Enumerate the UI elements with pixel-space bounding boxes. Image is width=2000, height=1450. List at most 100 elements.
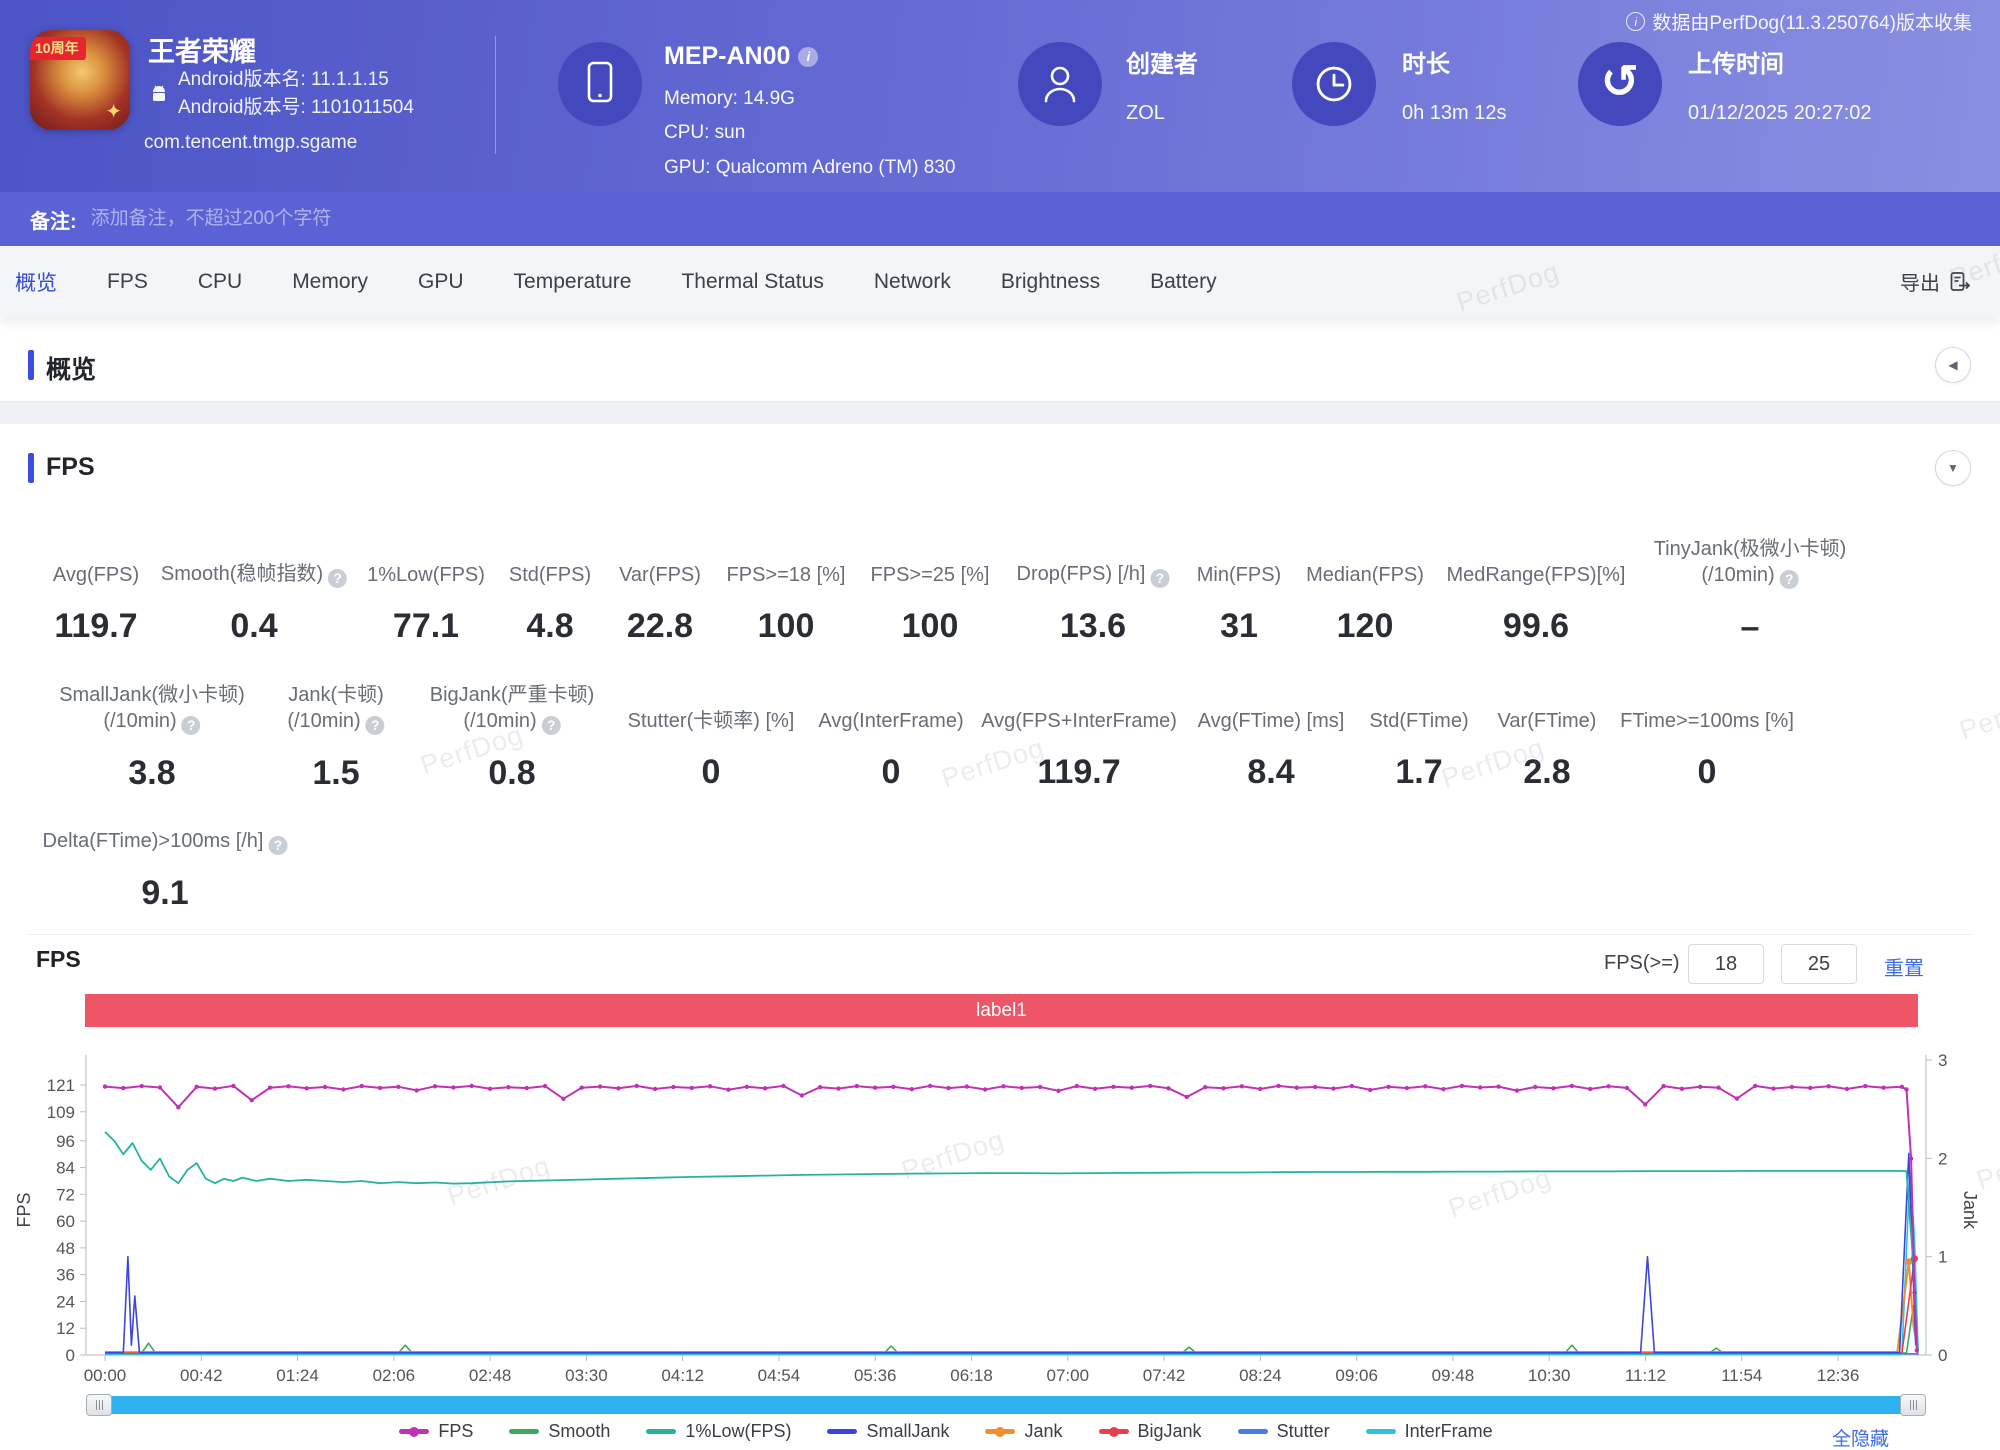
svg-text:84: 84: [56, 1159, 75, 1178]
stat-label: FPS>=18 [%]: [727, 536, 846, 588]
stat-label: Avg(InterFrame): [818, 682, 963, 734]
game-title: 王者荣耀: [148, 30, 256, 69]
creator-value: ZOL: [1126, 102, 1165, 125]
collector-note: i 数据由PerfDog(11.3.250764)版本收集: [1626, 8, 1972, 35]
nav-tab-0[interactable]: 概览: [15, 267, 57, 297]
watermark: PerfDog: [1956, 684, 2000, 746]
svg-text:07:00: 07:00: [1047, 1366, 1090, 1385]
svg-text:11:54: 11:54: [1721, 1366, 1762, 1385]
help-icon[interactable]: ?: [1150, 569, 1169, 588]
export-button[interactable]: 导出: [1900, 246, 1972, 317]
svg-text:04:12: 04:12: [661, 1366, 704, 1385]
stat-label: Drop(FPS) [/h]?: [1017, 536, 1170, 588]
report-header: 10周年 ✦ 王者荣耀 Android版本名: 11.1.1.15 Androi…: [0, 0, 2000, 192]
fps-threshold-input-1[interactable]: [1688, 944, 1764, 984]
stat-label: Median(FPS): [1306, 536, 1424, 588]
nav-tabs: 概览 FPS CPU Memory GPU Temperature Thermal Stat…: [0, 267, 1217, 297]
legend-item-Stutter[interactable]: Stutter: [1238, 1421, 1330, 1442]
help-icon[interactable]: ?: [1780, 570, 1799, 589]
stat-value: 99.6: [1447, 607, 1626, 646]
section-band: [0, 402, 2000, 424]
stat-value: 9.1: [43, 874, 288, 913]
time-range-slider[interactable]: [86, 1394, 1926, 1416]
hide-all-button[interactable]: 全隐藏: [1832, 1424, 1889, 1450]
stat-value: 0: [1620, 753, 1794, 792]
svg-text:06:18: 06:18: [950, 1366, 993, 1385]
nav-tab-2[interactable]: CPU: [198, 270, 242, 294]
stat-value: 1.5: [287, 754, 384, 793]
stat-label: FPS>=25 [%]: [871, 536, 990, 588]
legend-item-Jank[interactable]: Jank: [985, 1421, 1062, 1442]
nav-tab-3[interactable]: Memory: [292, 270, 368, 294]
help-icon[interactable]: ?: [182, 716, 201, 735]
stat-cell: Min(FPS)31: [1197, 536, 1281, 646]
nav-tab-6[interactable]: Thermal Status: [681, 270, 823, 294]
stat-cell: Avg(FTime) [ms]8.4: [1198, 682, 1345, 792]
stat-cell: Jank(卡顿)(/10min)?1.5: [287, 682, 384, 793]
stat-value: 3.8: [59, 754, 245, 793]
fps-collapse-button[interactable]: ▼: [1935, 450, 1971, 486]
stat-cell: FPS>=18 [%]100: [727, 536, 846, 646]
device-info-icon[interactable]: i: [798, 47, 818, 67]
help-icon[interactable]: ?: [269, 836, 288, 855]
nav-tab-5[interactable]: Temperature: [514, 270, 632, 294]
stat-cell: Var(FTime)2.8: [1498, 682, 1597, 792]
note-bar: 备注:: [0, 192, 2000, 246]
stat-label: Std(FPS): [509, 536, 591, 588]
help-icon[interactable]: ?: [328, 569, 347, 588]
nav-bar: 概览 FPS CPU Memory GPU Temperature Thermal Stat…: [0, 246, 2000, 317]
stat-value: 77.1: [367, 607, 485, 646]
svg-text:Jank: Jank: [1960, 1191, 1980, 1230]
creator-icon: [1018, 42, 1102, 126]
stat-value: –: [1654, 608, 1847, 647]
stat-label: Std(FTime): [1369, 682, 1468, 734]
overview-section-title: 概览: [46, 350, 96, 386]
overview-collapse-button[interactable]: ◀: [1935, 347, 1971, 383]
svg-text:109: 109: [47, 1103, 75, 1122]
stat-label: Avg(FPS): [53, 536, 139, 588]
legend-item-FPS[interactable]: FPS: [399, 1421, 473, 1442]
stat-cell: FTime>=100ms [%] 0: [1620, 682, 1794, 792]
nav-tab-7[interactable]: Network: [874, 270, 951, 294]
stats-divider: [28, 934, 1972, 935]
nav-tab-1[interactable]: FPS: [107, 270, 148, 294]
legend-item-1-Low-FPS-[interactable]: 1%Low(FPS): [646, 1421, 791, 1442]
svg-text:07:42: 07:42: [1143, 1366, 1186, 1385]
nav-tab-9[interactable]: Battery: [1150, 270, 1217, 294]
legend-item-SmallJank[interactable]: SmallJank: [827, 1421, 949, 1442]
upload-label: 上传时间: [1688, 44, 1784, 79]
stat-label: Var(FPS): [619, 536, 701, 588]
stat-cell: Smooth(稳帧指数)?0.4: [161, 536, 347, 646]
nav-tab-4[interactable]: GPU: [418, 270, 464, 294]
slider-handle-left[interactable]: [86, 1394, 112, 1416]
help-icon[interactable]: ?: [542, 716, 561, 735]
fps-threshold-input-2[interactable]: [1781, 944, 1857, 984]
slider-range[interactable]: [98, 1396, 1914, 1414]
stat-cell: MedRange(FPS)[%]99.6: [1447, 536, 1626, 646]
device-icon: [558, 42, 642, 126]
stat-value: 2.8: [1498, 753, 1597, 792]
legend-item-BigJank[interactable]: BigJank: [1099, 1421, 1202, 1442]
device-model: MEP-AN00 i: [664, 42, 818, 71]
slider-handle-right[interactable]: [1900, 1394, 1926, 1416]
svg-text:00:00: 00:00: [84, 1366, 127, 1385]
nav-tab-8[interactable]: Brightness: [1001, 270, 1100, 294]
svg-text:10:30: 10:30: [1528, 1366, 1571, 1385]
info-icon: i: [1626, 12, 1645, 31]
overview-accent-bar: [28, 350, 34, 380]
stat-label: Avg(FTime) [ms]: [1198, 682, 1345, 734]
svg-text:121: 121: [47, 1076, 75, 1095]
legend-item-InterFrame[interactable]: InterFrame: [1366, 1421, 1493, 1442]
note-input[interactable]: [91, 208, 731, 230]
stat-cell: Std(FPS)4.8: [509, 536, 591, 646]
stat-label: FTime>=100ms [%]: [1620, 682, 1794, 734]
stat-label: Delta(FTime)>100ms [/h]?: [43, 803, 288, 855]
reset-button[interactable]: 重置: [1884, 952, 1924, 981]
svg-text:72: 72: [56, 1185, 75, 1204]
svg-text:48: 48: [56, 1239, 75, 1258]
stat-cell: FPS>=25 [%]100: [871, 536, 990, 646]
stat-value: 22.8: [619, 607, 701, 646]
svg-text:08:24: 08:24: [1239, 1366, 1282, 1385]
help-icon[interactable]: ?: [366, 716, 385, 735]
legend-item-Smooth[interactable]: Smooth: [509, 1421, 610, 1442]
